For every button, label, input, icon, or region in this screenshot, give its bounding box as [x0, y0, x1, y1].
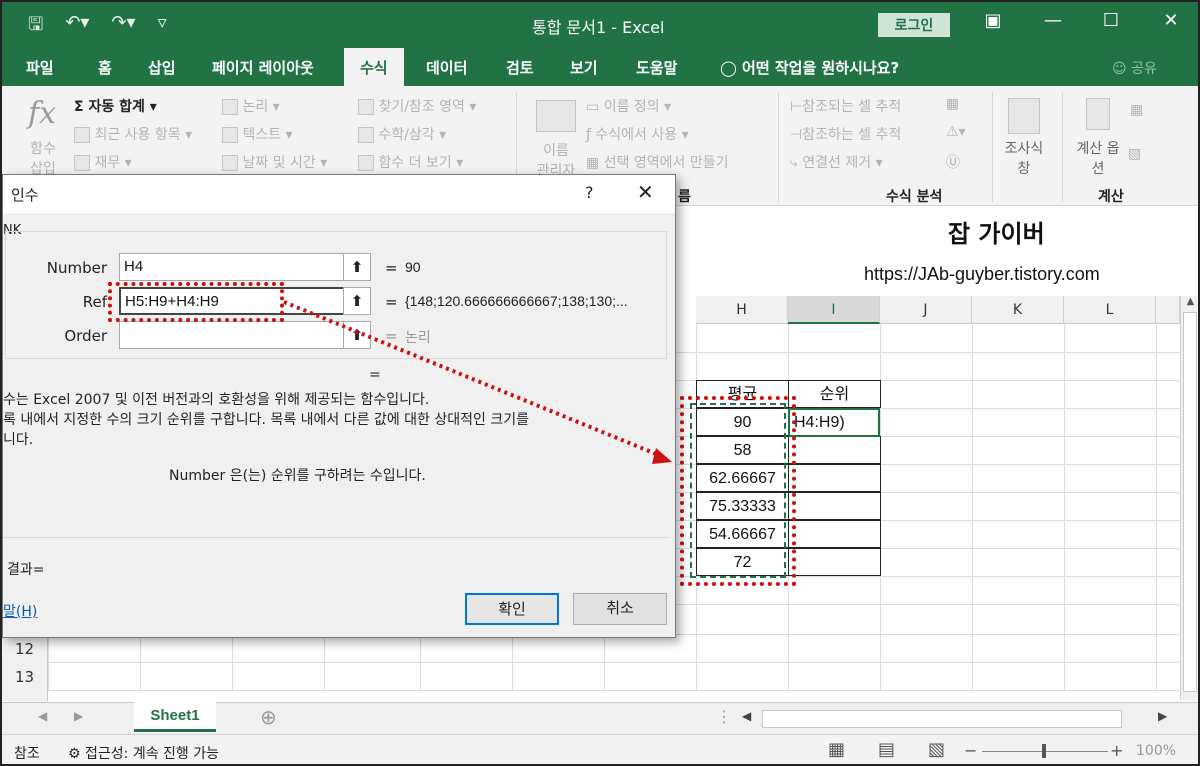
excel-window: 🖫 ↶▾ ↷▾ ▿ 통합 문서1 - Excel 로그인 ▣ — ☐ ✕ 파일 … [0, 0, 1200, 766]
arrow-head [652, 448, 672, 464]
arrow-line [283, 300, 667, 460]
annotation-arrow [283, 300, 672, 464]
